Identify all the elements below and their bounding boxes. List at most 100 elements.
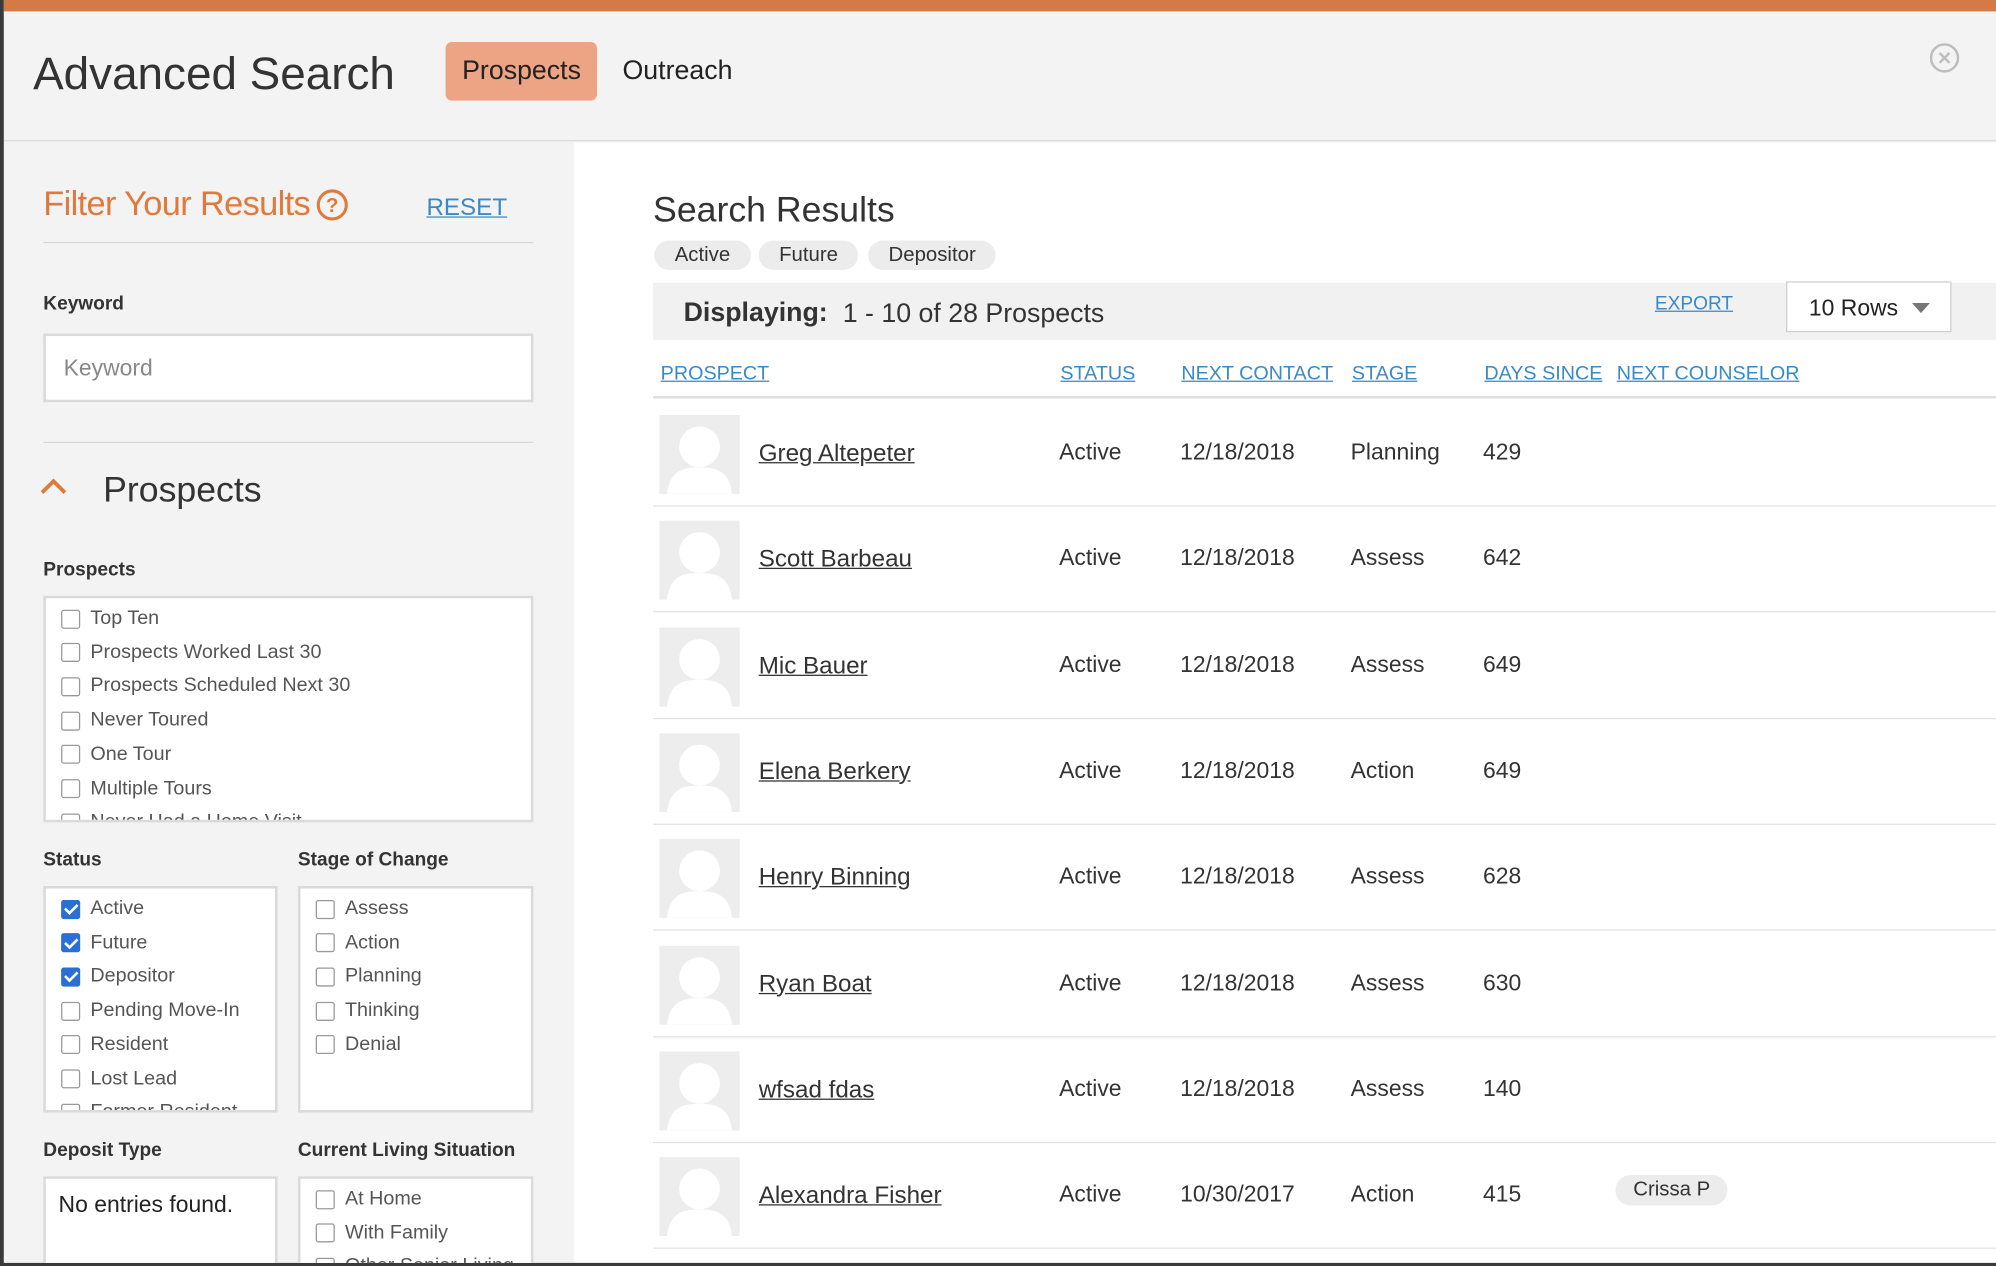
filter-chip-depositor: Depositor xyxy=(868,240,997,270)
checkbox-option-other-senior-living[interactable]: Other Senior Living xyxy=(315,1253,514,1263)
checkbox[interactable] xyxy=(61,933,81,953)
checkbox[interactable] xyxy=(61,1035,81,1055)
prospect-name-link[interactable]: Greg Altepeter xyxy=(759,440,915,468)
checkbox[interactable] xyxy=(315,967,335,987)
prospect-name-link[interactable]: Henry Binning xyxy=(759,865,911,893)
checkbox-label: Former Resident xyxy=(90,1101,238,1113)
prospect-name-link[interactable]: Scott Barbeau xyxy=(759,546,912,574)
no-entries-text: No entries found. xyxy=(58,1191,234,1217)
checkbox-option-active[interactable]: Active xyxy=(61,895,144,923)
checkbox[interactable] xyxy=(61,609,81,629)
checkbox-option-former-resident[interactable]: Former Resident xyxy=(61,1099,238,1113)
tab-outreach[interactable]: Outreach xyxy=(606,42,749,101)
checkbox[interactable] xyxy=(61,967,81,987)
prospect-name-link[interactable]: Elena Berkery xyxy=(759,759,911,787)
prospect-name-link[interactable]: wfsad fdas xyxy=(759,1077,875,1105)
checkbox[interactable] xyxy=(61,1103,81,1111)
checkbox-option-pending-move-in[interactable]: Pending Move-In xyxy=(61,997,240,1025)
checkbox[interactable] xyxy=(61,1001,81,1021)
checkbox-label: With Family xyxy=(344,1221,449,1244)
checkbox-label: Pending Move-In xyxy=(90,999,240,1022)
checkbox[interactable] xyxy=(315,899,335,919)
checkbox[interactable] xyxy=(315,1223,335,1243)
column-header-days-since[interactable]: DAYS SINCE xyxy=(1484,363,1602,386)
checkbox-label: Never Had a Home Visit xyxy=(90,811,302,823)
checkbox[interactable] xyxy=(315,1001,335,1021)
checkbox[interactable] xyxy=(61,677,81,697)
days-since-cell: 415 xyxy=(1483,1181,1522,1207)
checkbox-option-never-toured[interactable]: Never Toured xyxy=(61,707,208,735)
prospect-name-link[interactable]: Mic Bauer xyxy=(759,653,868,681)
checkbox-option-future[interactable]: Future xyxy=(61,929,147,957)
checkbox-option-thinking[interactable]: Thinking xyxy=(315,997,420,1025)
table-header-divider xyxy=(653,395,1996,399)
checkbox[interactable] xyxy=(61,899,81,919)
next-contact-cell: 12/18/2018 xyxy=(1180,969,1295,995)
checkbox[interactable] xyxy=(61,745,81,765)
checkbox-option-multiple-tours[interactable]: Multiple Tours xyxy=(61,775,212,803)
checkbox-label: Multiple Tours xyxy=(90,777,212,799)
checkbox-option-top-ten[interactable]: Top Ten xyxy=(61,605,159,633)
checkbox-option-denial[interactable]: Denial xyxy=(315,1031,401,1059)
avatar-placeholder-icon xyxy=(659,414,740,494)
checkbox-label: Denial xyxy=(344,1033,401,1056)
column-header-prospect[interactable]: PROSPECT xyxy=(661,363,770,386)
checkbox-option-assess[interactable]: Assess xyxy=(315,895,409,923)
prospect-name-link[interactable]: Ryan Boat xyxy=(759,971,872,999)
status-cell: Active xyxy=(1059,545,1122,571)
help-icon[interactable]: ? xyxy=(316,188,349,221)
living-situation-label: Current Living Situation xyxy=(297,1139,516,1161)
checkbox[interactable] xyxy=(315,1257,335,1263)
keyword-label: Keyword xyxy=(43,292,124,315)
divider xyxy=(43,241,534,244)
tab-prospects[interactable]: Prospects xyxy=(445,42,598,101)
keyword-input[interactable] xyxy=(43,333,534,403)
stage-cell: Assess xyxy=(1350,969,1425,995)
column-header-next-counselor[interactable]: NEXT COUNSELOR xyxy=(1617,363,1800,386)
checkbox-option-with-family[interactable]: With Family xyxy=(315,1219,449,1247)
reset-link[interactable]: RESET xyxy=(426,195,507,223)
checkbox-option-lost-lead[interactable]: Lost Lead xyxy=(61,1065,177,1093)
export-link[interactable]: EXPORT xyxy=(1655,292,1733,317)
checkbox-label: Other Senior Living xyxy=(345,1256,514,1263)
checkbox[interactable] xyxy=(315,1035,335,1055)
column-header-status[interactable]: STATUS xyxy=(1060,363,1135,386)
checkbox-label: Prospects Worked Last 30 xyxy=(90,641,322,663)
filter-chip-active: Active xyxy=(654,240,751,270)
days-since-cell: 628 xyxy=(1483,863,1522,889)
deposit-type-list: No entries found. xyxy=(43,1176,278,1263)
column-header-stage[interactable]: STAGE xyxy=(1352,363,1417,386)
checkbox-option-prospects-scheduled-next-30[interactable]: Prospects Scheduled Next 30 xyxy=(61,673,350,701)
days-since-cell: 649 xyxy=(1483,757,1522,783)
checkbox-option-prospects-worked-last-30[interactable]: Prospects Worked Last 30 xyxy=(61,639,321,667)
next-contact-cell: 12/18/2018 xyxy=(1180,545,1295,571)
checkbox[interactable] xyxy=(315,933,335,953)
checkbox-option-at-home[interactable]: At Home xyxy=(315,1185,422,1213)
stage-checkbox-list: Assess Action Planning Thinking Denial xyxy=(297,886,534,1113)
checkbox-label: Resident xyxy=(90,1033,169,1056)
chevron-up-icon[interactable] xyxy=(39,476,67,496)
rows-per-page-select[interactable]: 10 Rows xyxy=(1786,281,1952,333)
checkbox-option-action[interactable]: Action xyxy=(315,929,400,957)
table-row: Greg Altepeter Active 12/18/2018 Planning 42… xyxy=(653,400,1996,507)
checkbox[interactable] xyxy=(315,1189,335,1209)
displaying-count: 1 - 10 of 28 Prospects xyxy=(842,299,1105,329)
checkbox-option-depositor[interactable]: Depositor xyxy=(61,963,175,991)
checkbox-option-never-had-a-home-visit[interactable]: Never Had a Home Visit xyxy=(61,809,302,823)
checkbox-option-one-tour[interactable]: One Tour xyxy=(61,741,171,769)
checkbox-option-planning[interactable]: Planning xyxy=(315,963,422,991)
checkbox[interactable] xyxy=(61,813,81,820)
displaying-label: Displaying: xyxy=(683,297,828,328)
checkbox[interactable] xyxy=(61,711,81,731)
checkbox[interactable] xyxy=(61,779,81,799)
checkbox-label: Action xyxy=(344,931,400,954)
checkbox-label: Depositor xyxy=(90,965,175,988)
checkbox[interactable] xyxy=(61,1069,81,1089)
column-header-next-contact[interactable]: NEXT CONTACT xyxy=(1181,363,1333,386)
checkbox-option-resident[interactable]: Resident xyxy=(61,1031,168,1059)
next-contact-cell: 12/18/2018 xyxy=(1180,1075,1295,1101)
prospect-name-link[interactable]: Alexandra Fisher xyxy=(759,1183,942,1211)
stage-cell: Assess xyxy=(1350,1075,1425,1101)
checkbox[interactable] xyxy=(61,643,81,663)
close-icon[interactable] xyxy=(1929,42,1961,74)
